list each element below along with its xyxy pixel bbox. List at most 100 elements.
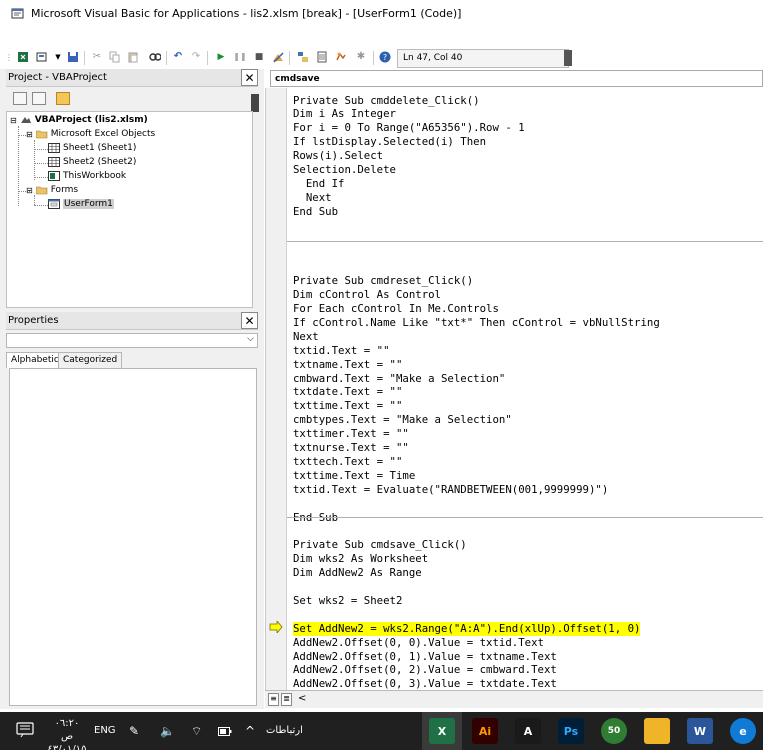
taskbar-app-word[interactable]: W: [687, 718, 713, 744]
run-icon[interactable]: ▶: [215, 51, 227, 63]
toolbox-icon[interactable]: ✱: [355, 51, 367, 63]
code-line[interactable]: If lstDisplay.Selected(i) Then: [293, 135, 486, 149]
code-line[interactable]: Dim AddNew2 As Range: [293, 566, 422, 580]
code-line[interactable]: Set AddNew2 = wks2.Range("A:A").End(xlUp…: [293, 621, 641, 636]
chevron-down-icon[interactable]: ▼: [52, 51, 64, 63]
copy-icon[interactable]: [109, 51, 121, 63]
object-dropdown[interactable]: cmdsave: [270, 70, 763, 87]
volume-icon[interactable]: 🔈: [160, 724, 175, 738]
view-code-icon[interactable]: [13, 92, 27, 105]
code-line[interactable]: Rows(i).Select: [293, 149, 383, 163]
code-line[interactable]: End Sub: [293, 205, 338, 219]
find-icon[interactable]: [149, 51, 161, 63]
chevron-up-icon[interactable]: ^: [245, 724, 255, 738]
properties-header: Properties ✕: [6, 312, 258, 330]
collapse-icon[interactable]: ⊟: [10, 116, 17, 125]
scroll-left-icon[interactable]: <: [298, 693, 306, 704]
view-object-icon[interactable]: [32, 92, 46, 105]
undo-icon[interactable]: ↶: [172, 51, 184, 63]
tab-categorized[interactable]: Categorized: [58, 352, 123, 369]
project-explorer-icon[interactable]: [297, 51, 309, 63]
full-module-view-icon[interactable]: ≣: [281, 693, 292, 706]
tree-folder-excel-objects[interactable]: ⊟ Microsoft Excel Objects: [26, 129, 155, 139]
code-editor[interactable]: Private Sub cmddelete_Click() Dim i As In…: [265, 88, 763, 690]
code-line[interactable]: Next: [293, 191, 332, 205]
code-line[interactable]: cmbward.Text = "Make a Selection": [293, 372, 505, 386]
tab-alphabetic[interactable]: Alphabetic: [6, 352, 64, 369]
collapse-icon[interactable]: ⊟: [26, 186, 33, 195]
code-line[interactable]: AddNew2.Offset(0, 1).Value = txtname.Tex…: [293, 650, 557, 664]
code-line[interactable]: Private Sub cmddelete_Click(): [293, 94, 480, 108]
taskbar-app-notification[interactable]: 50: [601, 718, 627, 744]
code-line[interactable]: AddNew2.Offset(0, 0).Value = txtid.Text: [293, 636, 544, 650]
pen-icon[interactable]: ✎: [129, 724, 139, 738]
code-line[interactable]: txtnurse.Text = "": [293, 441, 409, 455]
notification-icon[interactable]: [16, 722, 34, 738]
wifi-icon[interactable]: ⌔: [191, 724, 202, 739]
properties-object-dropdown[interactable]: ⌵: [6, 333, 258, 348]
break-icon[interactable]: ❚❚: [233, 51, 246, 63]
excel-icon[interactable]: [17, 51, 29, 63]
chevron-down-icon[interactable]: ⌵: [247, 334, 254, 344]
code-line[interactable]: Next: [293, 330, 319, 344]
reset-icon[interactable]: ■: [253, 51, 265, 63]
code-line[interactable]: txttime.Text = "": [293, 399, 402, 413]
close-project-explorer-button[interactable]: ✕: [241, 69, 258, 86]
connections-label[interactable]: ارتباطات: [266, 725, 303, 736]
close-properties-button[interactable]: ✕: [241, 312, 258, 329]
properties-icon[interactable]: [316, 51, 328, 63]
object-browser-icon[interactable]: [335, 51, 347, 63]
code-line[interactable]: txttime.Text = Time: [293, 469, 415, 483]
code-line[interactable]: Dim cControl As Control: [293, 288, 441, 302]
tree-item-userform1[interactable]: UserForm1: [48, 199, 114, 209]
toolbar-scroll-handle[interactable]: [564, 50, 572, 66]
code-line[interactable]: Dim i As Integer: [293, 107, 396, 121]
language-indicator[interactable]: ENG: [94, 725, 116, 736]
tree-folder-forms[interactable]: ⊟ Forms: [26, 185, 78, 195]
tree-item-thisworkbook[interactable]: ThisWorkbook: [48, 171, 126, 181]
tree-root-vbaproject[interactable]: ⊟ VBAProject (lis2.xlsm): [10, 115, 148, 125]
insert-userform-icon[interactable]: [36, 51, 48, 63]
taskbar-app-acrobat[interactable]: A: [515, 718, 541, 744]
taskbar-app-file-explorer[interactable]: [644, 718, 670, 744]
properties-list[interactable]: [9, 368, 257, 706]
code-line[interactable]: txtid.Text = Evaluate("RANDBETWEEN(001,9…: [293, 483, 608, 497]
toggle-folders-icon[interactable]: [56, 92, 70, 105]
help-icon[interactable]: ?: [379, 51, 391, 63]
paste-icon[interactable]: [127, 51, 139, 63]
taskbar-app-edge[interactable]: e: [730, 718, 756, 744]
margin-indicator-bar[interactable]: [266, 88, 287, 690]
code-line[interactable]: Private Sub cmdreset_Click(): [293, 274, 473, 288]
code-line[interactable]: For Each cControl In Me.Controls: [293, 302, 499, 316]
project-explorer-scrollbar[interactable]: [251, 94, 259, 112]
code-line[interactable]: End If: [293, 177, 345, 191]
save-icon[interactable]: [67, 51, 79, 63]
redo-icon[interactable]: ↷: [190, 51, 202, 63]
code-line[interactable]: txttimer.Text = "": [293, 427, 409, 441]
code-line[interactable]: txtname.Text = "": [293, 358, 402, 372]
collapse-icon[interactable]: ⊟: [26, 130, 33, 139]
userform-icon: [48, 199, 60, 209]
code-line[interactable]: cmbtypes.Text = "Make a Selection": [293, 413, 512, 427]
code-line[interactable]: txtid.Text = "": [293, 344, 390, 358]
code-line[interactable]: AddNew2.Offset(0, 2).Value = cmbward.Tex…: [293, 663, 557, 677]
cut-icon[interactable]: ✂: [91, 51, 103, 63]
battery-icon[interactable]: [218, 727, 232, 736]
code-line[interactable]: Private Sub cmdsave_Click(): [293, 538, 467, 552]
code-line[interactable]: For i = 0 To Range("A65356").Row - 1: [293, 121, 525, 135]
taskbar-app-illustrator[interactable]: Ai: [472, 718, 498, 744]
code-line[interactable]: If cControl.Name Like "txt*" Then cContr…: [293, 316, 660, 330]
code-line[interactable]: txttech.Text = "": [293, 455, 402, 469]
code-line[interactable]: txtdate.Text = "": [293, 385, 402, 399]
tree-item-sheet2[interactable]: Sheet2 (Sheet2): [48, 157, 136, 167]
tree-item-sheet1[interactable]: Sheet1 (Sheet1): [48, 143, 136, 153]
procedure-view-icon[interactable]: ≡: [268, 693, 279, 706]
taskbar-app-excel[interactable]: X: [429, 718, 455, 744]
code-line[interactable]: Set wks2 = Sheet2: [293, 594, 402, 608]
vba-app-icon: [11, 8, 24, 19]
code-line[interactable]: Dim wks2 As Worksheet: [293, 552, 428, 566]
taskbar-app-photoshop[interactable]: Ps: [558, 718, 584, 744]
code-line[interactable]: Selection.Delete: [293, 163, 396, 177]
design-mode-icon[interactable]: [272, 51, 284, 63]
clock[interactable]: ٠٦:٢٠ ص ٤٣/٠١/١٥: [47, 717, 87, 756]
